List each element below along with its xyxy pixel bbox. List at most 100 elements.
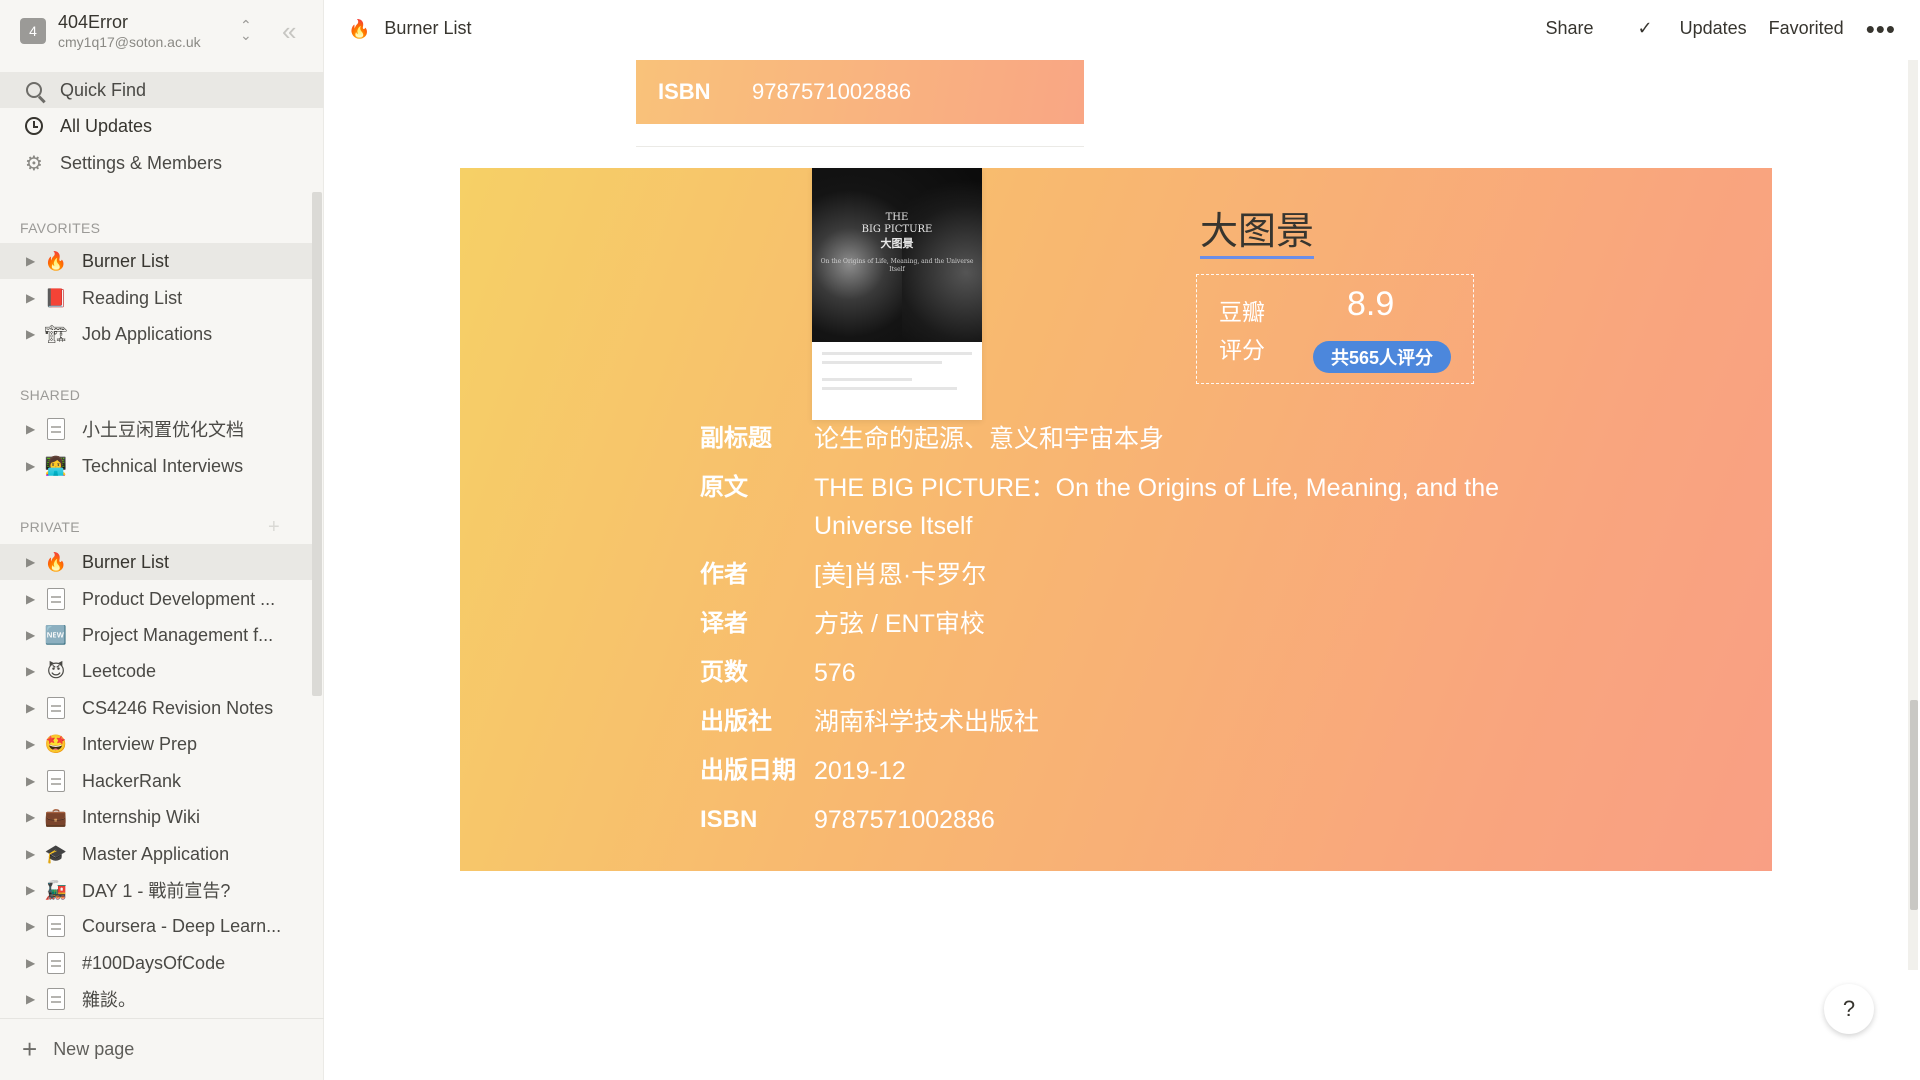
detail-value: 2019-12	[814, 757, 906, 785]
sidebar-item-reading-list[interactable]: ▶ 📕 Reading List	[0, 280, 312, 316]
detail-value: THE BIG PICTURE：On the Origins of Life, …	[814, 474, 1500, 540]
topbar: 🔥 Burner List Share ✓ Updates Favorited …	[324, 0, 1920, 60]
sidebar-item-label: Reading List	[82, 287, 183, 308]
devil-icon: 😈	[46, 661, 66, 681]
document-icon	[47, 697, 65, 719]
detail-value: 湖南科学技术出版社	[814, 708, 1040, 736]
sidebar-item-100daysofcode[interactable]: ▶ #100DaysOfCode	[0, 945, 312, 981]
settings-members-button[interactable]: ⚙ Settings & Members	[0, 145, 324, 181]
sidebar-item-job-applications[interactable]: ▶ 🏗 Job Applications	[0, 316, 312, 352]
sidebar-item-coursera[interactable]: ▶ Coursera - Deep Learn...	[0, 908, 312, 944]
sidebar-item-day-1[interactable]: ▶ 🚂 DAY 1 - 戰前宣告?	[0, 872, 312, 908]
checkmark-icon: ✓	[1637, 18, 1658, 38]
toggle-arrow-icon[interactable]: ▶	[0, 956, 35, 970]
add-page-icon[interactable]: +	[268, 516, 280, 539]
more-options-icon[interactable]: •••	[1866, 16, 1896, 42]
detail-label: 出版日期	[700, 757, 796, 784]
toggle-arrow-icon[interactable]: ▶	[0, 291, 35, 305]
sidebar-item-label: Burner List	[82, 551, 170, 572]
all-updates-button[interactable]: All Updates	[0, 108, 324, 144]
sidebar-item-technical-interviews[interactable]: ▶ 👩‍💻 Technical Interviews	[0, 448, 312, 484]
quick-find-button[interactable]: Quick Find	[0, 72, 324, 108]
document-icon	[47, 952, 65, 974]
sidebar-item-product-development[interactable]: ▶ Product Development ...	[0, 581, 312, 617]
breadcrumb[interactable]: 🔥 Burner List	[348, 18, 471, 39]
favorited-button[interactable]: Favorited	[1769, 18, 1844, 39]
document-icon	[47, 770, 65, 792]
star-struck-icon: 🤩	[44, 734, 68, 754]
cover-title-cn: 大图景	[880, 237, 914, 250]
toggle-arrow-icon[interactable]: ▶	[0, 919, 35, 933]
document-icon	[47, 418, 65, 440]
sidebar-item-label: Interview Prep	[82, 733, 198, 754]
toggle-arrow-icon[interactable]: ▶	[0, 847, 35, 861]
toggle-arrow-icon[interactable]: ▶	[0, 459, 35, 473]
book-title[interactable]: 大图景	[1200, 210, 1315, 259]
cover-title-line: BIG PICTURE	[861, 224, 933, 235]
detail-row: 译者 方弦 / ENT审校	[700, 605, 1540, 643]
detail-value: [美]肖恩·卡罗尔	[814, 561, 987, 589]
sidebar: 4 404Error cmy1q17@soton.ac.uk ⌃ ⌄ « Quic…	[0, 0, 324, 1080]
red-book-icon: 📕	[44, 288, 68, 308]
toggle-arrow-icon[interactable]: ▶	[0, 664, 35, 678]
document-icon	[47, 915, 65, 937]
collapse-sidebar-icon[interactable]: «	[282, 16, 296, 47]
workspace-switcher[interactable]: 4 404Error cmy1q17@soton.ac.uk ⌃ ⌄ «	[0, 0, 324, 62]
train-icon: 🚂	[44, 880, 68, 900]
sidebar-item-master-application[interactable]: ▶ 🎓 Master Application	[0, 836, 312, 872]
toggle-arrow-icon[interactable]: ▶	[0, 701, 35, 715]
all-updates-label: All Updates	[60, 115, 153, 136]
rating-label: 评分	[1219, 337, 1265, 363]
detail-label: ISBN	[700, 806, 758, 833]
sidebar-item-cs4246[interactable]: ▶ CS4246 Revision Notes	[0, 690, 312, 726]
toggle-arrow-icon[interactable]: ▶	[0, 422, 35, 436]
sidebar-item-project-management[interactable]: ▶ 🆕 Project Management f...	[0, 617, 312, 653]
detail-label: 译者	[700, 610, 748, 637]
page-content: ISBN 9787571002886 THE BIG PICTURE 大图景 O…	[324, 60, 1920, 1080]
detail-value: 论生命的起源、意义和宇宙本身	[814, 425, 1165, 453]
sidebar-scrollbar[interactable]	[312, 192, 322, 696]
chevron-updown-icon[interactable]: ⌃ ⌄	[240, 18, 252, 42]
scrollbar-thumb[interactable]	[1910, 700, 1918, 910]
sidebar-item-label: Internship Wiki	[82, 806, 201, 827]
toggle-arrow-icon[interactable]: ▶	[0, 737, 35, 751]
workspace-name: 404Error	[58, 12, 129, 32]
book-cover-image[interactable]: THE BIG PICTURE 大图景 On the Origins of Li…	[812, 168, 982, 420]
toggle-arrow-icon[interactable]: ▶	[0, 883, 35, 897]
toggle-arrow-icon[interactable]: ▶	[0, 992, 35, 1006]
updates-label: Updates	[1679, 18, 1747, 38]
sidebar-item-zatan[interactable]: ▶ 雜談。	[0, 981, 312, 1017]
detail-row: 副标题 论生命的起源、意义和宇宙本身	[700, 420, 1540, 458]
sidebar-item-internship-wiki[interactable]: ▶ 💼 Internship Wiki	[0, 799, 312, 835]
detail-value: 9787571002886	[814, 806, 995, 834]
toggle-arrow-icon[interactable]: ▶	[0, 774, 35, 788]
sidebar-item-label: Technical Interviews	[82, 455, 244, 476]
sidebar-item-label: 小土豆闲置优化文档	[82, 420, 244, 440]
help-button[interactable]: ?	[1824, 984, 1874, 1034]
cover-subtitle: On the Origins of Life, Meaning, and the…	[820, 258, 974, 273]
toggle-arrow-icon[interactable]: ▶	[0, 555, 35, 569]
detail-value: 方弦 / ENT审校	[814, 610, 985, 638]
toggle-arrow-icon[interactable]: ▶	[0, 592, 35, 606]
share-button[interactable]: Share	[1545, 18, 1593, 39]
new-page-button[interactable]: + New page	[0, 1018, 324, 1080]
crane-icon: 🏗	[44, 324, 68, 344]
toggle-arrow-icon[interactable]: ▶	[0, 810, 35, 824]
main-scrollbar[interactable]	[1908, 60, 1918, 970]
toggle-arrow-icon[interactable]: ▶	[0, 254, 35, 268]
sidebar-item-favorite-burner-list[interactable]: ▶ 🔥 Burner List	[0, 243, 312, 279]
rating-count-badge: 共565人评分	[1313, 341, 1451, 373]
sidebar-item-hackerrank[interactable]: ▶ HackerRank	[0, 763, 312, 799]
quick-find-label: Quick Find	[60, 79, 147, 100]
sidebar-item-burner-list[interactable]: ▶ 🔥 Burner List	[0, 544, 312, 580]
toggle-arrow-icon[interactable]: ▶	[0, 327, 35, 341]
sidebar-item-shared-doc[interactable]: ▶ 小土豆闲置优化文档	[0, 411, 312, 447]
isbn-value: 9787571002886	[752, 79, 912, 104]
sidebar-item-leetcode[interactable]: ▶ 😈 Leetcode	[0, 653, 312, 689]
detail-value: 576	[814, 659, 856, 687]
sidebar-item-interview-prep[interactable]: ▶ 🤩 Interview Prep	[0, 726, 312, 762]
updates-button[interactable]: ✓ Updates	[1616, 18, 1747, 39]
cover-title-line: THE	[885, 212, 909, 223]
toggle-arrow-icon[interactable]: ▶	[0, 628, 35, 642]
favorites-section-label: FAVORITES	[20, 220, 101, 236]
